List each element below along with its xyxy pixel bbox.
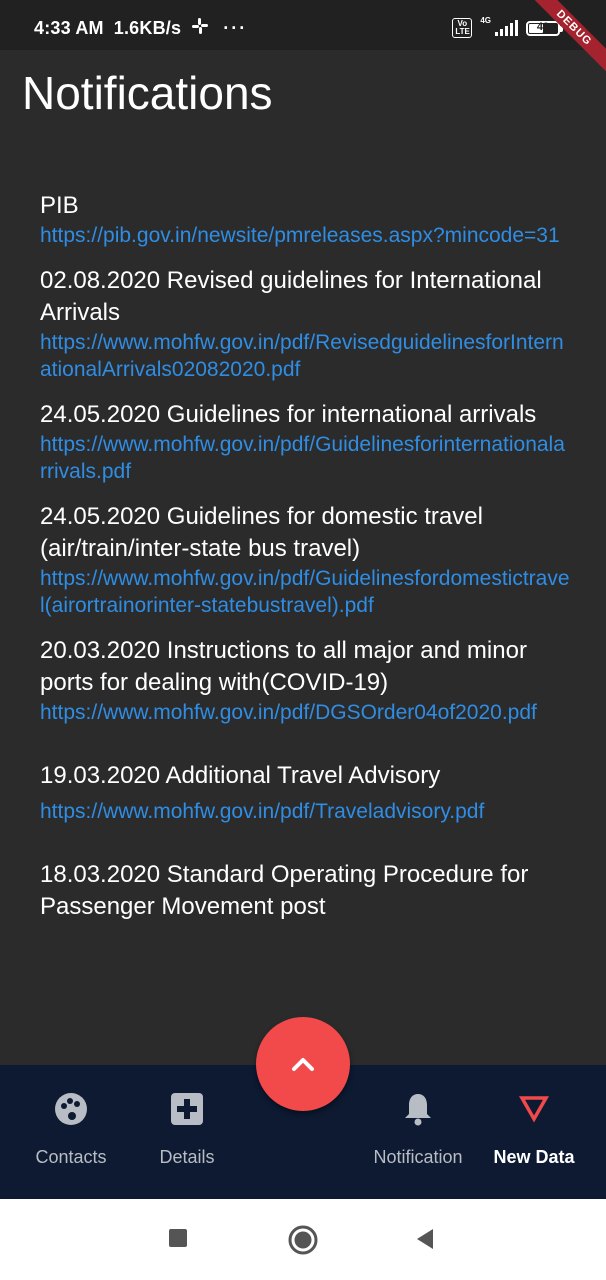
system-navigation-bar bbox=[0, 1199, 606, 1280]
back-triangle-icon bbox=[417, 1229, 433, 1249]
status-bar: 4:33 AM 1.6KB/s ··· Vo LTE 4G 49 DEBUG bbox=[0, 0, 606, 77]
home-button[interactable] bbox=[287, 1224, 319, 1261]
notification-title: 24.05.2020 Guidelines for international … bbox=[40, 401, 537, 428]
more-icon: ··· bbox=[223, 18, 248, 38]
notification-link[interactable]: https://www.mohfw.gov.in/pdf/DGSOrder04o… bbox=[40, 699, 570, 726]
nav-contacts[interactable]: Contacts bbox=[30, 1089, 112, 1168]
list-item: 02.08.2020 Revised guidelines for Intern… bbox=[40, 265, 570, 383]
back-button[interactable] bbox=[414, 1227, 436, 1256]
notification-title: 20.03.2020 Instructions to all major and… bbox=[40, 637, 527, 696]
debug-banner: DEBUG bbox=[526, 0, 606, 80]
chevron-up-icon bbox=[292, 1058, 314, 1071]
nav-notification-label: Notification bbox=[373, 1147, 463, 1167]
nav-contacts-label: Contacts bbox=[35, 1147, 107, 1167]
notification-title: 02.08.2020 Revised guidelines for Intern… bbox=[40, 267, 542, 326]
list-item: 19.03.2020 Additional Travel Advisory ht… bbox=[40, 760, 570, 825]
palette-icon bbox=[53, 1089, 89, 1129]
notification-link[interactable]: https://www.mohfw.gov.in/pdf/Traveladvis… bbox=[40, 798, 570, 825]
status-speed: 1.6KB/s bbox=[113, 18, 182, 38]
notifications-list: PIB https://pib.gov.in/newsite/pmrelease… bbox=[40, 190, 570, 1055]
circle-icon bbox=[288, 1225, 318, 1255]
scroll-top-button[interactable] bbox=[256, 1017, 350, 1111]
signal-icon bbox=[495, 20, 518, 36]
notification-title: 19.03.2020 Additional Travel Advisory bbox=[40, 762, 441, 789]
nav-new-data-label: New Data bbox=[493, 1147, 575, 1167]
list-item: 24.05.2020 Guidelines for domestic trave… bbox=[40, 501, 570, 619]
status-time: 4:33 AM bbox=[34, 18, 104, 38]
notification-link[interactable]: https://www.mohfw.gov.in/pdf/Revisedguid… bbox=[40, 329, 570, 383]
list-item: PIB https://pib.gov.in/newsite/pmrelease… bbox=[40, 190, 570, 249]
notification-link[interactable]: https://www.mohfw.gov.in/pdf/Guidelinesf… bbox=[40, 565, 570, 619]
nav-details-label: Details bbox=[159, 1147, 215, 1167]
network-type: 4G bbox=[480, 15, 491, 25]
triangle-down-icon bbox=[519, 1089, 549, 1129]
slack-icon bbox=[191, 17, 209, 40]
volte-icon: Vo LTE bbox=[452, 18, 473, 38]
bell-icon bbox=[403, 1089, 433, 1129]
nav-new-data[interactable]: New Data bbox=[490, 1089, 578, 1168]
debug-banner-label: DEBUG bbox=[526, 0, 606, 77]
notification-title: 18.03.2020 Standard Operating Procedure … bbox=[40, 861, 529, 920]
square-icon bbox=[169, 1229, 187, 1247]
list-item: 18.03.2020 Standard Operating Procedure … bbox=[40, 859, 570, 923]
list-item: 24.05.2020 Guidelines for international … bbox=[40, 399, 570, 485]
list-item: 20.03.2020 Instructions to all major and… bbox=[40, 635, 570, 726]
notification-link[interactable]: https://pib.gov.in/newsite/pmreleases.as… bbox=[40, 222, 570, 249]
status-left: 4:33 AM 1.6KB/s ··· bbox=[34, 17, 247, 40]
nav-details[interactable]: Details bbox=[156, 1089, 218, 1168]
page-title: Notifications bbox=[22, 67, 273, 119]
recents-button[interactable] bbox=[167, 1227, 189, 1254]
notification-title: 24.05.2020 Guidelines for domestic trave… bbox=[40, 503, 483, 562]
notification-link[interactable]: https://www.mohfw.gov.in/pdf/Guidelinesf… bbox=[40, 431, 570, 485]
notification-title: PIB bbox=[40, 192, 79, 219]
nav-notification[interactable]: Notification bbox=[366, 1089, 470, 1168]
medical-cross-icon bbox=[170, 1089, 204, 1129]
